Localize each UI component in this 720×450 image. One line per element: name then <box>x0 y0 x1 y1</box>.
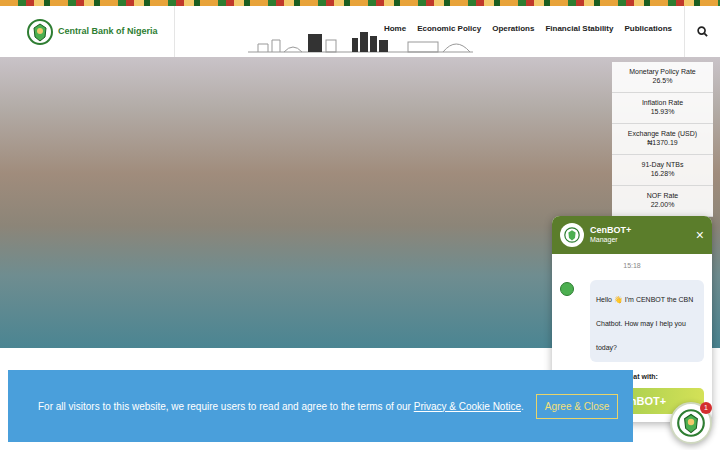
chat-title: CenBOT+ <box>590 225 631 236</box>
rate-label: Inflation Rate <box>642 99 683 108</box>
chat-header: CenBOT+ Manager × <box>552 216 712 254</box>
nav-item[interactable]: Financial Stability <box>545 23 613 35</box>
rate-item: 91-Day NTBs16.28% <box>612 155 713 186</box>
chat-message: Hello 👋 I'm CENBOT the CBN Chatbot. How … <box>590 280 704 362</box>
search-button[interactable] <box>684 6 720 57</box>
cookie-banner: For all visitors to this website, we req… <box>8 370 633 442</box>
notification-badge: 1 <box>700 402 712 414</box>
bot-small-avatar-icon <box>560 282 574 296</box>
rate-value: 15.93% <box>651 108 675 117</box>
cbn-emblem-icon <box>26 17 54 47</box>
main-nav: Home Economic Policy Operations Financial S… <box>384 6 684 35</box>
logo[interactable]: Central Bank of Nigeria <box>0 6 175 57</box>
rate-item: Exchange Rate (USD)₦1370.19 <box>612 124 713 155</box>
rate-value: ₦1370.19 <box>647 139 677 148</box>
rate-item: NOF Rate22.00% <box>612 186 713 217</box>
rates-panel: Monetary Policy Rate26.5%Inflation Rate1… <box>612 62 713 217</box>
rate-value: 16.28% <box>651 170 675 179</box>
site-header: Central Bank of Nigeria Home Economic Pol… <box>0 6 720 57</box>
bot-avatar-icon <box>560 223 584 247</box>
chat-launcher[interactable]: 1 <box>670 402 712 444</box>
chat-subtitle: Manager <box>590 236 631 244</box>
rate-item: Inflation Rate15.93% <box>612 93 713 124</box>
nav-item[interactable]: Operations <box>492 23 534 35</box>
nav-item[interactable]: Home <box>384 23 406 35</box>
nav-item[interactable]: Economic Policy <box>417 23 481 35</box>
logo-text[interactable]: Central Bank of Nigeria <box>58 25 158 39</box>
rate-label: NOF Rate <box>647 192 679 201</box>
cookie-text: For all visitors to this website, we req… <box>38 399 524 414</box>
rate-item: Monetary Policy Rate26.5% <box>612 62 713 93</box>
rate-label: 91-Day NTBs <box>641 161 683 170</box>
privacy-link[interactable]: Privacy & Cookie Notice <box>414 401 521 412</box>
chat-close-button[interactable]: × <box>696 228 704 242</box>
rate-label: Exchange Rate (USD) <box>628 130 697 139</box>
search-icon <box>697 26 708 37</box>
nav-item[interactable]: Publications <box>624 23 672 35</box>
rate-value: 26.5% <box>653 77 673 86</box>
agree-close-button[interactable]: Agree & Close <box>536 394 618 419</box>
rate-label: Monetary Policy Rate <box>629 68 696 77</box>
chat-time: 15:18 <box>623 261 641 272</box>
rate-value: 22.00% <box>651 201 675 210</box>
